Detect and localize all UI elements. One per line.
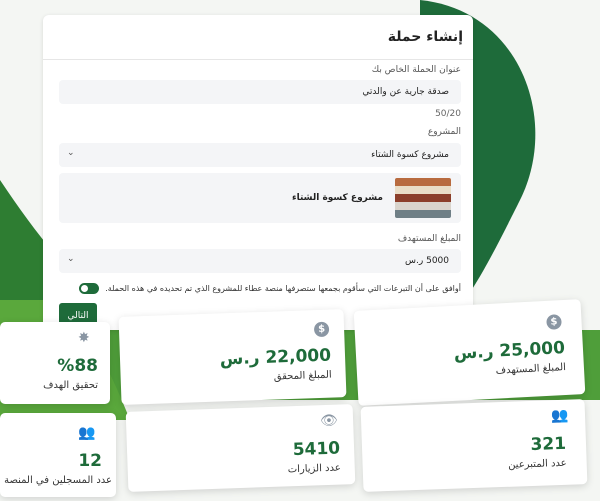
project-thumbnail xyxy=(395,178,451,218)
stat-card-target: $ 25,000 ر.س المبلغ المستهدف xyxy=(353,299,586,406)
stat-registered-value: 12 xyxy=(78,451,102,471)
campaign-name-input[interactable]: صدقة جارية عن والدتي xyxy=(59,80,461,104)
stat-card-visits: 👁 5410 عدد الزيارات xyxy=(125,404,356,492)
stat-goal-value: %88 xyxy=(57,356,98,376)
stat-target-value: 25,000 ر.س xyxy=(453,338,566,364)
stat-donors-caption: عدد المتبرعين xyxy=(507,457,567,471)
title-divider xyxy=(43,59,473,60)
stat-donors-value: 321 xyxy=(530,433,567,456)
dollar-coin-icon: $ xyxy=(313,320,330,338)
stat-card-registered: 👥 12 عدد المسجلين في المنصة xyxy=(0,413,116,497)
project-label: المشروع xyxy=(427,127,461,137)
stat-card-goal: ✸ %88 تحقيق الهدف xyxy=(0,322,110,404)
target-amount-select[interactable]: 5000 ر.س ⌄ xyxy=(59,249,461,273)
eye-icon: 👁 xyxy=(319,412,339,430)
stat-visits-value: 5410 xyxy=(292,438,341,461)
consent-text: أوافق على أن التبرعات التي سأقوم بجمعها … xyxy=(105,284,461,293)
users-icon: 👥 xyxy=(550,407,569,425)
stat-achieved-caption: المبلغ المحقق xyxy=(273,369,332,383)
char-counter: 50/20 xyxy=(435,109,461,119)
stat-goal-caption: تحقيق الهدف xyxy=(43,380,98,391)
consent-row: أوافق على أن التبرعات التي سأقوم بجمعها … xyxy=(79,283,461,294)
stat-card-donors: 👥 321 عدد المتبرعين xyxy=(360,399,588,492)
chevron-down-icon: ⌄ xyxy=(67,254,75,264)
project-preview-card: مشروع كسوة الشتاء xyxy=(59,173,461,223)
project-select-value: مشروع كسوة الشتاء xyxy=(371,150,449,160)
create-campaign-form: إنشاء حملة عنوان الحملة الخاص بك صدقة جا… xyxy=(43,15,473,330)
lightbulb-icon: ✸ xyxy=(78,330,90,346)
stat-target-caption: المبلغ المستهدف xyxy=(495,361,567,377)
stat-visits-caption: عدد الزيارات xyxy=(287,462,341,476)
campaign-name-label: عنوان الحملة الخاص بك xyxy=(371,65,461,75)
project-select[interactable]: مشروع كسوة الشتاء ⌄ xyxy=(59,143,461,167)
target-amount-label: المبلغ المستهدف xyxy=(397,234,461,244)
chevron-down-icon: ⌄ xyxy=(67,148,75,158)
stat-achieved-value: 22,000 ر.س xyxy=(219,345,332,370)
stat-card-achieved: $ 22,000 ر.س المبلغ المحقق xyxy=(118,309,347,405)
dollar-coin-icon: $ xyxy=(546,312,562,330)
target-amount-value: 5000 ر.س xyxy=(405,256,449,266)
users-icon: 👥 xyxy=(78,425,96,441)
stat-registered-caption: عدد المسجلين في المنصة xyxy=(4,475,112,486)
form-title: إنشاء حملة xyxy=(387,29,463,45)
project-card-name: مشروع كسوة الشتاء xyxy=(292,193,383,203)
consent-toggle[interactable] xyxy=(79,283,100,294)
campaign-name-value: صدقة جارية عن والدتي xyxy=(362,87,449,97)
